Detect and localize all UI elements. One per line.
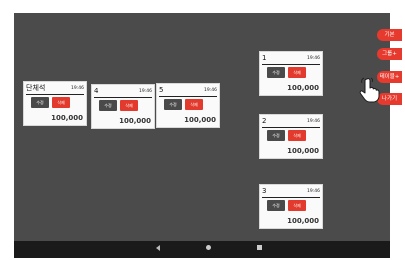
home-icon[interactable] bbox=[206, 245, 211, 250]
table-amount: 100,000 bbox=[184, 116, 216, 124]
add-group-button[interactable]: 그룹+ bbox=[377, 48, 402, 60]
table-time: 19:46 bbox=[139, 89, 152, 94]
recent-apps-icon[interactable] bbox=[257, 245, 262, 250]
table-card-header: 5 19:46 bbox=[159, 86, 217, 97]
table-name: 5 bbox=[159, 86, 164, 94]
table-name: 3 bbox=[262, 187, 267, 195]
table-time: 19:46 bbox=[307, 119, 320, 124]
table-card[interactable]: 2 19:46 수정 삭제 100,000 bbox=[260, 115, 322, 158]
add-table-button[interactable]: 테이블+ bbox=[377, 71, 402, 83]
table-name: 1 bbox=[262, 54, 267, 62]
table-card-header: 3 19:46 bbox=[262, 187, 320, 198]
table-card[interactable]: 3 19:46 수정 삭제 100,000 bbox=[260, 185, 322, 228]
table-time: 19:46 bbox=[204, 88, 217, 93]
delete-button[interactable]: 삭제 bbox=[288, 200, 306, 211]
exit-button[interactable]: 나가기 bbox=[377, 93, 402, 105]
table-card[interactable]: 1 19:46 수정 삭제 100,000 bbox=[260, 52, 322, 95]
edit-button[interactable]: 수정 bbox=[267, 130, 285, 141]
table-card[interactable]: 단체석 19:46 수정 삭제 100,000 bbox=[24, 82, 86, 125]
table-time: 19:46 bbox=[307, 56, 320, 61]
delete-button[interactable]: 삭제 bbox=[288, 67, 306, 78]
table-name: 단체석 bbox=[26, 84, 46, 92]
table-card-header: 1 19:46 bbox=[262, 54, 320, 65]
table-card[interactable]: 4 19:46 수정 삭제 100,000 bbox=[92, 85, 154, 128]
basic-button[interactable]: 기본 bbox=[377, 29, 402, 41]
delete-button[interactable]: 삭제 bbox=[288, 130, 306, 141]
table-amount: 100,000 bbox=[51, 114, 83, 122]
delete-button[interactable]: 삭제 bbox=[120, 100, 138, 111]
table-amount: 100,000 bbox=[287, 217, 319, 225]
table-time: 19:46 bbox=[307, 189, 320, 194]
table-layout-canvas[interactable] bbox=[14, 13, 390, 258]
table-card-header: 2 19:46 bbox=[262, 117, 320, 128]
edit-button[interactable]: 수정 bbox=[31, 97, 49, 108]
table-name: 4 bbox=[94, 87, 99, 95]
edit-button[interactable]: 수정 bbox=[267, 67, 285, 78]
edit-button[interactable]: 수정 bbox=[267, 200, 285, 211]
table-amount: 100,000 bbox=[119, 117, 151, 125]
table-card[interactable]: 5 19:46 수정 삭제 100,000 bbox=[157, 84, 219, 127]
delete-button[interactable]: 삭제 bbox=[185, 99, 203, 110]
table-amount: 100,000 bbox=[287, 147, 319, 155]
back-icon[interactable] bbox=[156, 245, 160, 251]
system-navigation-bar bbox=[14, 241, 390, 258]
table-time: 19:46 bbox=[71, 86, 84, 91]
tap-hand-icon bbox=[359, 77, 380, 103]
table-name: 2 bbox=[262, 117, 267, 125]
table-card-header: 단체석 19:46 bbox=[26, 84, 84, 95]
delete-button[interactable]: 삭제 bbox=[52, 97, 70, 108]
edit-button[interactable]: 수정 bbox=[99, 100, 117, 111]
table-card-header: 4 19:46 bbox=[94, 87, 152, 98]
table-amount: 100,000 bbox=[287, 84, 319, 92]
edit-button[interactable]: 수정 bbox=[164, 99, 182, 110]
